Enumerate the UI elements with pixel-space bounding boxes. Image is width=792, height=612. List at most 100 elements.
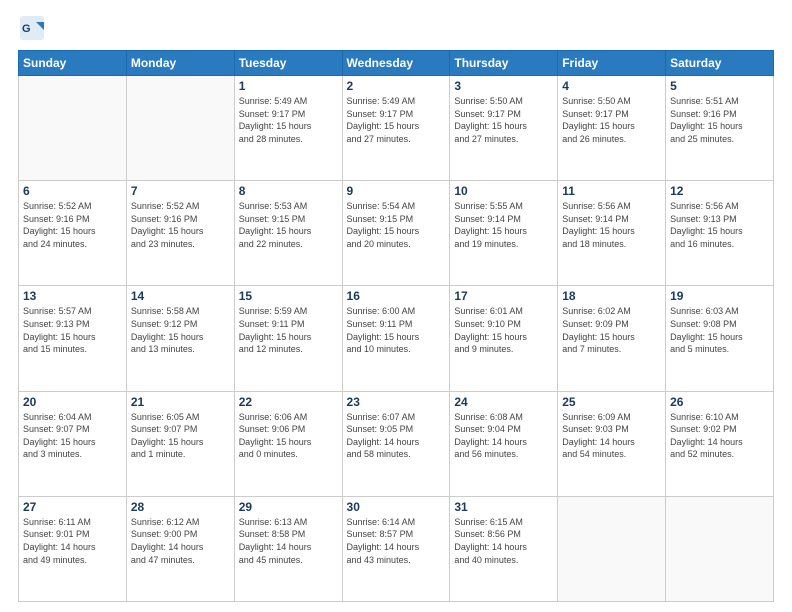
day-number: 19	[670, 289, 769, 303]
calendar-cell: 14 Sunrise: 5:58 AM Sunset: 9:12 PM Dayli…	[126, 286, 234, 391]
day-number: 25	[562, 395, 661, 409]
day-detail: Sunrise: 5:49 AM Sunset: 9:17 PM Dayligh…	[347, 95, 446, 145]
days-header-row: SundayMondayTuesdayWednesdayThursdayFrid…	[19, 51, 774, 76]
calendar-cell: 9Sunrise: 5:54 AM Sunset: 9:15 PM Daylig…	[342, 181, 450, 286]
calendar-cell: 17 Sunrise: 6:01 AM Sunset: 9:10 PM Dayli…	[450, 286, 558, 391]
day-number: 13	[23, 289, 122, 303]
calendar-cell	[19, 76, 127, 181]
day-detail: Sunrise: 6:05 AM Sunset: 9:07 PM Dayligh…	[131, 411, 230, 461]
calendar-cell: 23 Sunrise: 6:07 AM Sunset: 9:05 PM Dayli…	[342, 391, 450, 496]
calendar-cell: 2 Sunrise: 5:49 AM Sunset: 9:17 PM Daylig…	[342, 76, 450, 181]
logo: G	[18, 14, 50, 42]
week-row-4: 20 Sunrise: 6:04 AM Sunset: 9:07 PM Dayli…	[19, 391, 774, 496]
day-number: 2	[347, 79, 446, 93]
day-detail: Sunrise: 5:52 AM Sunset: 9:16 PM Dayligh…	[131, 200, 230, 250]
calendar-cell: 3Sunrise: 5:50 AM Sunset: 9:17 PM Daylig…	[450, 76, 558, 181]
day-detail: Sunrise: 5:52 AM Sunset: 9:16 PM Dayligh…	[23, 200, 122, 250]
logo-icon: G	[18, 14, 46, 42]
day-number: 18	[562, 289, 661, 303]
calendar-cell: 19 Sunrise: 6:03 AM Sunset: 9:08 PM Dayli…	[666, 286, 774, 391]
day-detail: Sunrise: 5:55 AM Sunset: 9:14 PM Dayligh…	[454, 200, 553, 250]
calendar-cell: 22 Sunrise: 6:06 AM Sunset: 9:06 PM Dayli…	[234, 391, 342, 496]
col-header-friday: Friday	[558, 51, 666, 76]
week-row-2: 6Sunrise: 5:52 AM Sunset: 9:16 PM Daylig…	[19, 181, 774, 286]
header: G	[18, 14, 774, 42]
calendar-cell	[126, 76, 234, 181]
calendar-cell	[666, 496, 774, 601]
day-detail: Sunrise: 5:51 AM Sunset: 9:16 PM Dayligh…	[670, 95, 769, 145]
day-number: 15	[239, 289, 338, 303]
day-detail: Sunrise: 6:07 AM Sunset: 9:05 PM Dayligh…	[347, 411, 446, 461]
day-number: 7	[131, 184, 230, 198]
day-number: 28	[131, 500, 230, 514]
day-detail: Sunrise: 6:11 AM Sunset: 9:01 PM Dayligh…	[23, 516, 122, 566]
calendar-cell: 4Sunrise: 5:50 AM Sunset: 9:17 PM Daylig…	[558, 76, 666, 181]
calendar-table: SundayMondayTuesdayWednesdayThursdayFrid…	[18, 50, 774, 602]
day-number: 17	[454, 289, 553, 303]
day-number: 31	[454, 500, 553, 514]
day-number: 27	[23, 500, 122, 514]
day-number: 16	[347, 289, 446, 303]
day-number: 20	[23, 395, 122, 409]
day-number: 23	[347, 395, 446, 409]
day-detail: Sunrise: 6:04 AM Sunset: 9:07 PM Dayligh…	[23, 411, 122, 461]
day-number: 8	[239, 184, 338, 198]
calendar-cell: 21 Sunrise: 6:05 AM Sunset: 9:07 PM Dayli…	[126, 391, 234, 496]
calendar-cell: 24 Sunrise: 6:08 AM Sunset: 9:04 PM Dayli…	[450, 391, 558, 496]
day-number: 29	[239, 500, 338, 514]
day-detail: Sunrise: 5:57 AM Sunset: 9:13 PM Dayligh…	[23, 305, 122, 355]
svg-text:G: G	[22, 23, 31, 35]
calendar-cell: 6Sunrise: 5:52 AM Sunset: 9:16 PM Daylig…	[19, 181, 127, 286]
day-number: 1	[239, 79, 338, 93]
calendar-cell: 10 Sunrise: 5:55 AM Sunset: 9:14 PM Dayli…	[450, 181, 558, 286]
day-detail: Sunrise: 6:10 AM Sunset: 9:02 PM Dayligh…	[670, 411, 769, 461]
calendar-cell: 1Sunrise: 5:49 AM Sunset: 9:17 PM Daylig…	[234, 76, 342, 181]
day-detail: Sunrise: 6:03 AM Sunset: 9:08 PM Dayligh…	[670, 305, 769, 355]
day-detail: Sunrise: 6:00 AM Sunset: 9:11 PM Dayligh…	[347, 305, 446, 355]
col-header-monday: Monday	[126, 51, 234, 76]
day-number: 14	[131, 289, 230, 303]
day-number: 10	[454, 184, 553, 198]
calendar-cell: 31 Sunrise: 6:15 AM Sunset: 8:56 PM Dayli…	[450, 496, 558, 601]
day-number: 26	[670, 395, 769, 409]
day-number: 22	[239, 395, 338, 409]
calendar-cell: 5 Sunrise: 5:51 AM Sunset: 9:16 PM Daylig…	[666, 76, 774, 181]
calendar-cell: 27 Sunrise: 6:11 AM Sunset: 9:01 PM Dayli…	[19, 496, 127, 601]
calendar-cell	[558, 496, 666, 601]
col-header-sunday: Sunday	[19, 51, 127, 76]
col-header-saturday: Saturday	[666, 51, 774, 76]
day-detail: Sunrise: 6:08 AM Sunset: 9:04 PM Dayligh…	[454, 411, 553, 461]
day-number: 30	[347, 500, 446, 514]
day-detail: Sunrise: 6:15 AM Sunset: 8:56 PM Dayligh…	[454, 516, 553, 566]
calendar-cell: 11 Sunrise: 5:56 AM Sunset: 9:14 PM Dayli…	[558, 181, 666, 286]
calendar-cell: 26 Sunrise: 6:10 AM Sunset: 9:02 PM Dayli…	[666, 391, 774, 496]
day-number: 11	[562, 184, 661, 198]
calendar-cell: 18 Sunrise: 6:02 AM Sunset: 9:09 PM Dayli…	[558, 286, 666, 391]
col-header-tuesday: Tuesday	[234, 51, 342, 76]
day-number: 9	[347, 184, 446, 198]
day-number: 21	[131, 395, 230, 409]
day-number: 24	[454, 395, 553, 409]
week-row-1: 1 Sunrise: 5:49 AM Sunset: 9:17 PM Daylig…	[19, 76, 774, 181]
col-header-wednesday: Wednesday	[342, 51, 450, 76]
day-detail: Sunrise: 6:06 AM Sunset: 9:06 PM Dayligh…	[239, 411, 338, 461]
day-detail: Sunrise: 5:58 AM Sunset: 9:12 PM Dayligh…	[131, 305, 230, 355]
day-detail: Sunrise: 6:14 AM Sunset: 8:57 PM Dayligh…	[347, 516, 446, 566]
day-detail: Sunrise: 6:12 AM Sunset: 9:00 PM Dayligh…	[131, 516, 230, 566]
calendar-cell: 20 Sunrise: 6:04 AM Sunset: 9:07 PM Dayli…	[19, 391, 127, 496]
day-number: 5	[670, 79, 769, 93]
calendar-cell: 15 Sunrise: 5:59 AM Sunset: 9:11 PM Dayli…	[234, 286, 342, 391]
calendar-cell: 13 Sunrise: 5:57 AM Sunset: 9:13 PM Dayli…	[19, 286, 127, 391]
day-detail: Sunrise: 5:59 AM Sunset: 9:11 PM Dayligh…	[239, 305, 338, 355]
day-number: 12	[670, 184, 769, 198]
day-detail: Sunrise: 6:13 AM Sunset: 8:58 PM Dayligh…	[239, 516, 338, 566]
calendar-cell: 29 Sunrise: 6:13 AM Sunset: 8:58 PM Dayli…	[234, 496, 342, 601]
day-detail: Sunrise: 6:02 AM Sunset: 9:09 PM Dayligh…	[562, 305, 661, 355]
day-detail: Sunrise: 5:56 AM Sunset: 9:13 PM Dayligh…	[670, 200, 769, 250]
day-detail: Sunrise: 5:56 AM Sunset: 9:14 PM Dayligh…	[562, 200, 661, 250]
calendar-cell: 30 Sunrise: 6:14 AM Sunset: 8:57 PM Dayli…	[342, 496, 450, 601]
day-detail: Sunrise: 6:01 AM Sunset: 9:10 PM Dayligh…	[454, 305, 553, 355]
calendar-cell: 25Sunrise: 6:09 AM Sunset: 9:03 PM Dayli…	[558, 391, 666, 496]
calendar-cell: 8Sunrise: 5:53 AM Sunset: 9:15 PM Daylig…	[234, 181, 342, 286]
col-header-thursday: Thursday	[450, 51, 558, 76]
